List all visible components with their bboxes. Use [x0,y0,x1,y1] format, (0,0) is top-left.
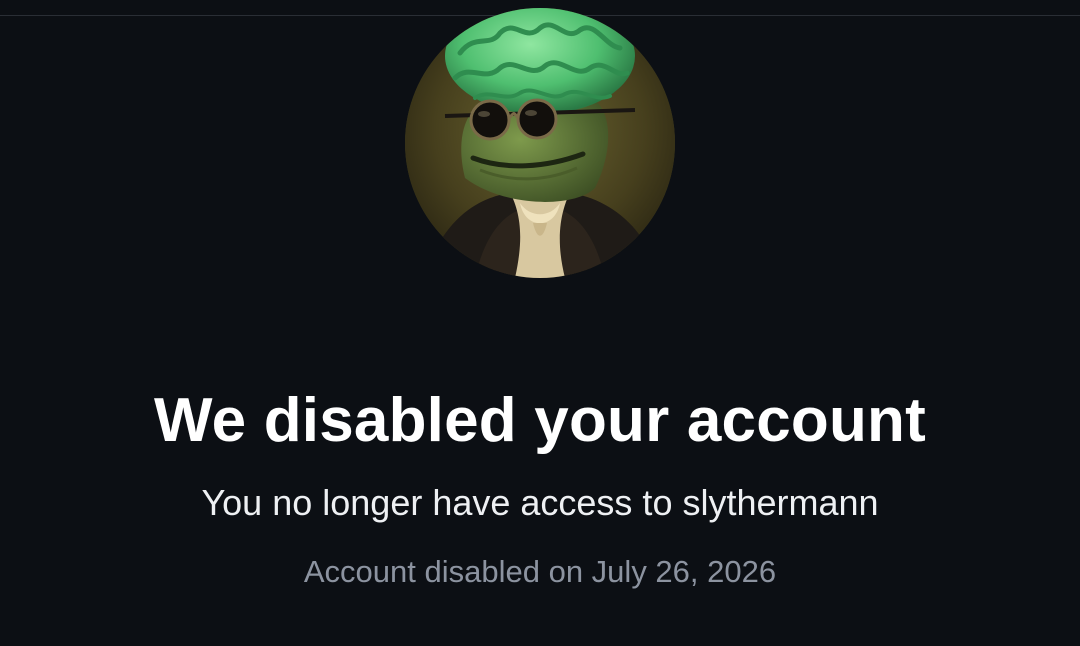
access-message: You no longer have access to slythermann [201,482,879,523]
profile-avatar [405,8,675,278]
disabled-date-note: Account disabled on July 26, 2026 [303,554,777,589]
frog-portrait-icon [405,8,675,278]
page-title: We disabled your account [154,386,926,455]
